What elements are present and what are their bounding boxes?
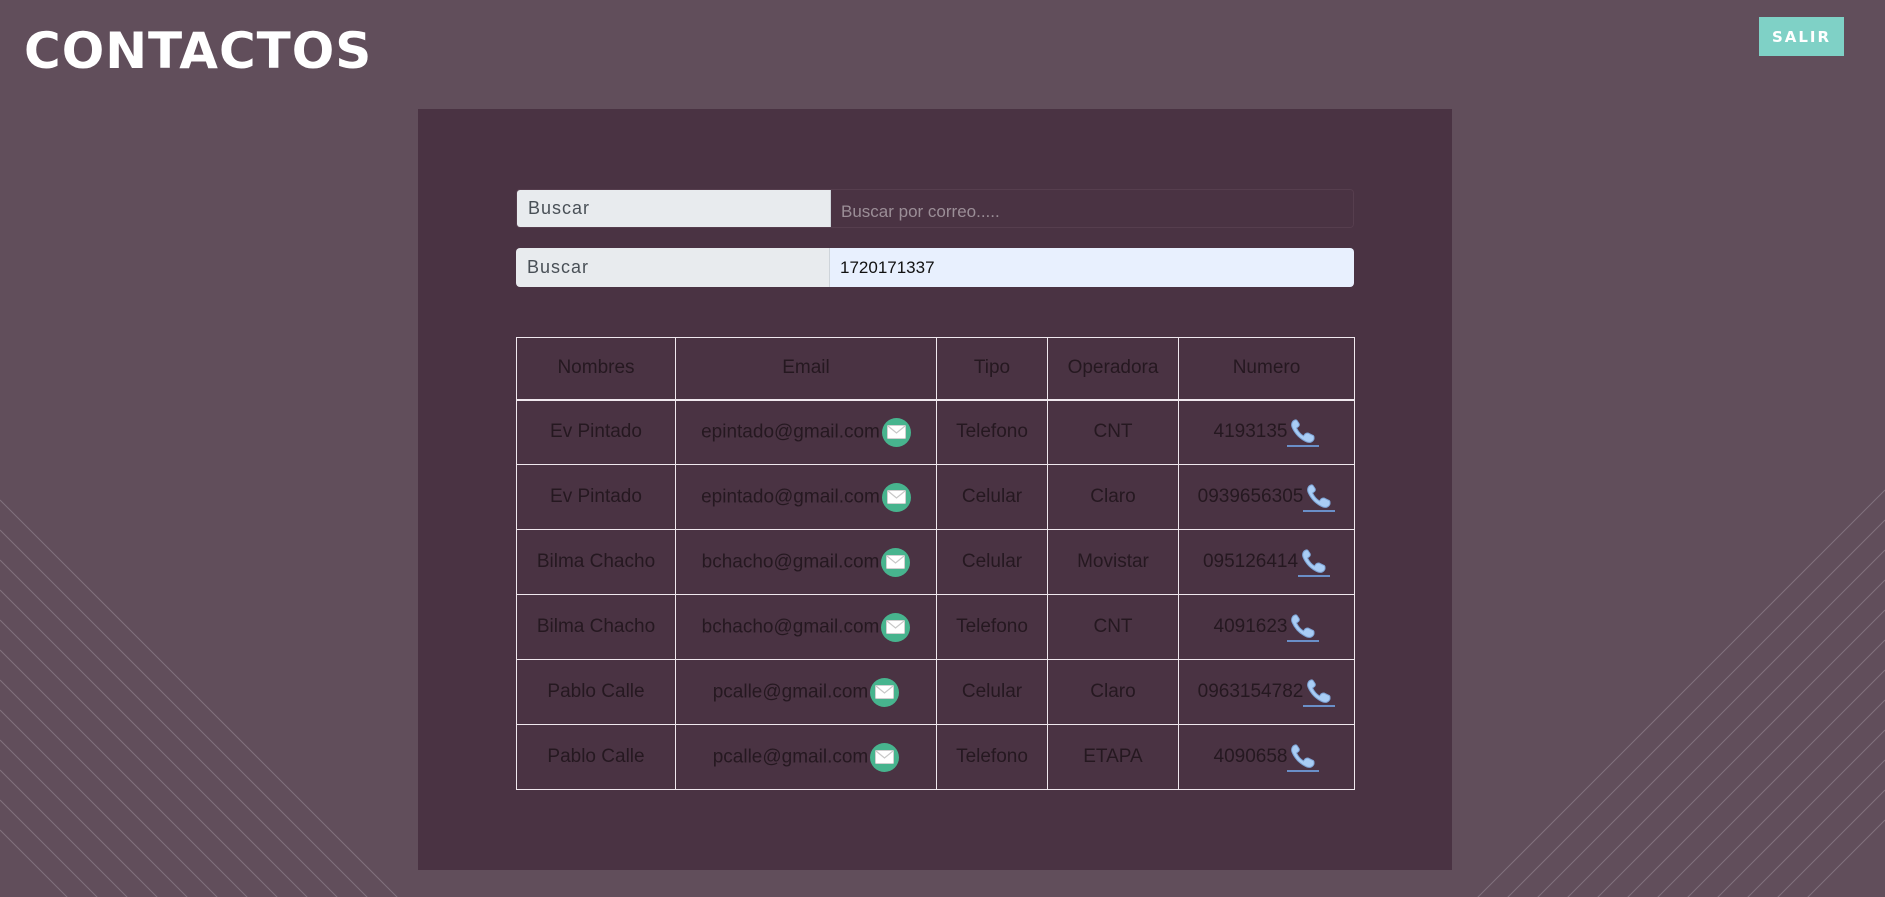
contact-name: Ev Pintado: [550, 486, 642, 507]
cell-operator: Claro: [1047, 464, 1179, 530]
cell-email: pcalle@gmail.com: [675, 659, 937, 725]
cell-number: 095126414: [1178, 529, 1355, 595]
column-header-email: Email: [675, 337, 937, 401]
table-row: Pablo Calle pcalle@gmail.com Telefono ETAPA…: [516, 724, 1355, 790]
email-search-label: Buscar: [517, 190, 831, 227]
contact-number: 095126414: [1202, 551, 1299, 573]
contact-email: epintado@gmail.com: [701, 421, 880, 443]
table-row: Pablo Calle pcalle@gmail.com Celular Claro 0…: [516, 659, 1355, 725]
contact-number: 4193135: [1213, 421, 1288, 443]
contact-number: 4091623: [1213, 616, 1288, 638]
cell-operator: CNT: [1047, 594, 1179, 660]
column-header-numero: Numero: [1178, 337, 1355, 401]
column-header-nombres: Nombres: [516, 337, 676, 401]
logout-button[interactable]: SALIR: [1759, 17, 1844, 56]
mail-icon[interactable]: [881, 482, 911, 512]
table-row: Bilma Chacho bchacho@gmail.com Celular Movi…: [516, 529, 1355, 595]
contact-type: Telefono: [956, 616, 1028, 637]
cell-type: Telefono: [936, 724, 1048, 790]
contacts-panel: Buscar Buscar Nombres Email Tipo Operado…: [418, 109, 1452, 870]
contact-operator: Claro: [1090, 681, 1136, 702]
contact-email: epintado@gmail.com: [701, 486, 880, 508]
contact-name: Bilma Chacho: [536, 551, 656, 572]
contact-email: pcalle@gmail.com: [712, 746, 869, 768]
phone-icon[interactable]: [1287, 612, 1320, 642]
cell-type: Telefono: [936, 594, 1048, 660]
cell-type: Celular: [936, 529, 1048, 595]
phone-icon[interactable]: [1303, 677, 1336, 707]
contact-operator: Movistar: [1077, 551, 1149, 572]
contact-type: Celular: [961, 551, 1023, 572]
cell-type: Celular: [936, 659, 1048, 725]
table-header-row: Nombres Email Tipo Operadora Numero: [516, 337, 1355, 401]
page-title: CONTACTOS: [24, 22, 373, 80]
cell-number: 0939656305: [1178, 464, 1355, 530]
cell-operator: Claro: [1047, 659, 1179, 725]
table-row: Ev Pintado epintado@gmail.com Telefono CNT 4…: [516, 399, 1355, 465]
cell-operator: ETAPA: [1047, 724, 1179, 790]
contact-email: pcalle@gmail.com: [712, 681, 869, 703]
cell-email: pcalle@gmail.com: [675, 724, 937, 790]
contact-type: Celular: [961, 486, 1023, 507]
cell-name: Bilma Chacho: [516, 529, 676, 595]
cell-number: 0963154782: [1178, 659, 1355, 725]
id-search-group: Buscar: [516, 248, 1354, 287]
contact-email: bchacho@gmail.com: [701, 616, 880, 638]
contact-number: 0939656305: [1197, 486, 1304, 508]
cell-email: bchacho@gmail.com: [675, 594, 937, 660]
contacts-table: Nombres Email Tipo Operadora Numero Ev P…: [516, 337, 1355, 790]
cell-operator: CNT: [1047, 399, 1179, 465]
cell-email: epintado@gmail.com: [675, 399, 937, 465]
email-search-group: Buscar: [516, 189, 1354, 228]
contact-email: bchacho@gmail.com: [701, 551, 880, 573]
cell-name: Bilma Chacho: [516, 594, 676, 660]
column-header-tipo: Tipo: [936, 337, 1048, 401]
cell-number: 4090658: [1178, 724, 1355, 790]
phone-icon[interactable]: [1298, 547, 1331, 577]
contact-operator: CNT: [1093, 616, 1133, 637]
mail-icon[interactable]: [870, 677, 900, 707]
cell-name: Pablo Calle: [516, 724, 676, 790]
cell-type: Celular: [936, 464, 1048, 530]
contacts-table-body: Ev Pintado epintado@gmail.com Telefono CNT 4…: [516, 399, 1355, 790]
cell-number: 4091623: [1178, 594, 1355, 660]
cell-number: 4193135: [1178, 399, 1355, 465]
id-search-label: Buscar: [516, 248, 830, 287]
cell-name: Ev Pintado: [516, 464, 676, 530]
contact-name: Bilma Chacho: [536, 616, 656, 637]
contact-operator: CNT: [1093, 421, 1133, 443]
mail-icon[interactable]: [881, 612, 911, 642]
mail-icon[interactable]: [881, 417, 911, 447]
contact-number: 0963154782: [1197, 681, 1304, 703]
cell-email: epintado@gmail.com: [675, 464, 937, 530]
contact-type: Telefono: [956, 421, 1028, 443]
contact-operator: ETAPA: [1083, 746, 1143, 767]
cell-email: bchacho@gmail.com: [675, 529, 937, 595]
contact-type: Celular: [961, 681, 1023, 702]
contact-number: 4090658: [1213, 746, 1288, 768]
mail-icon[interactable]: [881, 547, 911, 577]
phone-icon[interactable]: [1303, 482, 1336, 512]
contact-name: Ev Pintado: [550, 421, 642, 443]
contact-type: Telefono: [956, 746, 1028, 767]
table-row: Ev Pintado epintado@gmail.com Celular Claro…: [516, 464, 1355, 530]
column-header-operadora: Operadora: [1047, 337, 1179, 401]
cell-operator: Movistar: [1047, 529, 1179, 595]
cell-name: Pablo Calle: [516, 659, 676, 725]
phone-icon[interactable]: [1287, 417, 1320, 448]
contact-operator: Claro: [1090, 486, 1136, 507]
mail-icon[interactable]: [870, 742, 900, 772]
contact-name: Pablo Calle: [547, 746, 645, 767]
table-row: Bilma Chacho bchacho@gmail.com Telefono CNT…: [516, 594, 1355, 660]
email-search-input[interactable]: [831, 190, 1353, 227]
cell-type: Telefono: [936, 399, 1048, 465]
contact-name: Pablo Calle: [547, 681, 645, 702]
phone-icon[interactable]: [1287, 742, 1320, 772]
id-search-input[interactable]: [830, 248, 1354, 287]
cell-name: Ev Pintado: [516, 399, 676, 465]
